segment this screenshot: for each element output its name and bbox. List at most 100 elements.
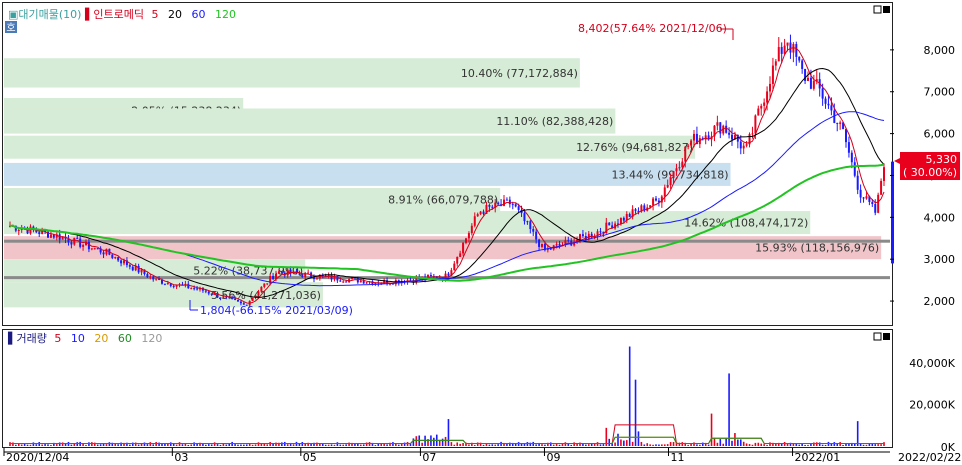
candle-body: [131, 266, 134, 271]
candle-body: [49, 234, 52, 238]
profile-label: 10.40% (77,172,884): [461, 67, 578, 80]
volume-bar: [38, 442, 41, 446]
candle-body: [690, 140, 693, 146]
candle-body: [429, 275, 432, 277]
candle-body: [70, 242, 73, 245]
candle-body: [128, 265, 131, 267]
volume-bar: [570, 444, 573, 446]
legend-ma60: 60: [192, 8, 206, 21]
x-tick-label: 07: [422, 451, 436, 464]
profile-label: 12.76% (94,681,827): [576, 141, 693, 154]
candle-body: [120, 260, 123, 264]
volume-bar: [266, 444, 269, 446]
volume-bar: [763, 444, 765, 446]
volume-bar: [301, 442, 304, 446]
volume-bar: [587, 444, 590, 446]
svg-text:▌거래량 5 10 20: ▌거래량 5 10 20 60 120: [7, 331, 162, 345]
volume-bar: [190, 444, 193, 446]
volume-bar: [117, 444, 119, 446]
volume-bar: [254, 444, 257, 446]
candle-body: [865, 196, 868, 199]
candle-body: [447, 273, 450, 276]
candle-body: [716, 122, 719, 126]
volume-bar: [517, 442, 520, 446]
volume-bar: [26, 444, 29, 446]
volume-bar: [815, 442, 818, 446]
candle-body: [622, 217, 625, 221]
candle-body: [76, 237, 79, 239]
candle-body: [123, 260, 125, 264]
close-icon[interactable]: [883, 6, 890, 13]
volume-bar: [29, 444, 32, 446]
candle-body: [73, 237, 76, 245]
candle-body: [207, 291, 210, 294]
volume-bar: [245, 444, 248, 446]
volume-bar: [359, 444, 362, 446]
candle-body: [342, 281, 345, 283]
candle-body: [742, 145, 745, 149]
candle-body: [96, 248, 99, 250]
volume-bar: [769, 442, 771, 446]
volume-bar: [468, 444, 470, 446]
candle-body: [809, 77, 812, 89]
candle-body: [234, 298, 237, 300]
volume-bar: [368, 442, 371, 446]
volume-bar: [155, 442, 157, 446]
volume-bar: [462, 442, 464, 446]
volume-bar: [625, 440, 628, 446]
volume-bar: [596, 442, 599, 446]
candle-body: [777, 47, 780, 62]
candle-body: [503, 199, 505, 206]
volume-bar: [85, 444, 87, 446]
volume-bar: [541, 444, 543, 446]
candle-body: [780, 47, 783, 54]
volume-bar: [880, 444, 882, 446]
volume-bar: [564, 442, 567, 446]
vol-ma10: 10: [71, 332, 85, 345]
legend-ma120: 120: [215, 8, 236, 21]
maximize-icon[interactable]: [873, 5, 882, 14]
candle-body: [61, 237, 64, 240]
candle-body: [476, 214, 479, 217]
candle-body: [114, 257, 117, 259]
candle-body: [152, 276, 155, 280]
candle-body: [567, 240, 570, 242]
volume-bar: [836, 443, 839, 446]
volume-tick-label: 20,000K: [909, 399, 955, 412]
volume-bar: [237, 444, 239, 446]
candle-body: [684, 146, 687, 162]
candle-body: [847, 142, 850, 153]
volume-bar: [473, 444, 476, 446]
profile-label: 15.93% (118,156,976): [755, 242, 879, 255]
volume-bar: [397, 444, 400, 446]
candle-body: [769, 83, 771, 92]
volume-bar: [766, 444, 768, 446]
candle-body: [845, 129, 847, 143]
candle-body: [219, 297, 222, 299]
volume-bar: [146, 444, 149, 446]
volume-bar: [140, 443, 143, 446]
volume-bar: [169, 442, 172, 446]
candle-body: [482, 211, 485, 214]
candle-body: [166, 283, 169, 285]
volume-maximize-icon[interactable]: [873, 332, 882, 341]
volume-bar: [292, 444, 295, 446]
volume-bar: [552, 444, 555, 446]
volume-bar: [58, 442, 61, 446]
candle-body: [795, 44, 798, 57]
candle-body: [529, 221, 532, 230]
volume-bar: [456, 442, 459, 446]
volume-bar: [640, 441, 643, 446]
volume-bar: [833, 442, 836, 446]
candle-body: [579, 234, 581, 240]
high-label: 8,402(57.64% 2021/12/06): [578, 22, 727, 35]
volume-bar: [330, 444, 333, 446]
candle-body: [628, 214, 631, 217]
volume-bar: [70, 444, 73, 446]
volume-bar: [544, 444, 546, 446]
volume-bar: [731, 440, 733, 446]
x-tick-label: 05: [303, 451, 317, 464]
volume-bar: [345, 444, 347, 446]
price-legend: 호 ▣대기매물(10) ▌인트로메딕 5 20 60 120: [5, 5, 890, 34]
volume-close-icon[interactable]: [883, 333, 890, 340]
